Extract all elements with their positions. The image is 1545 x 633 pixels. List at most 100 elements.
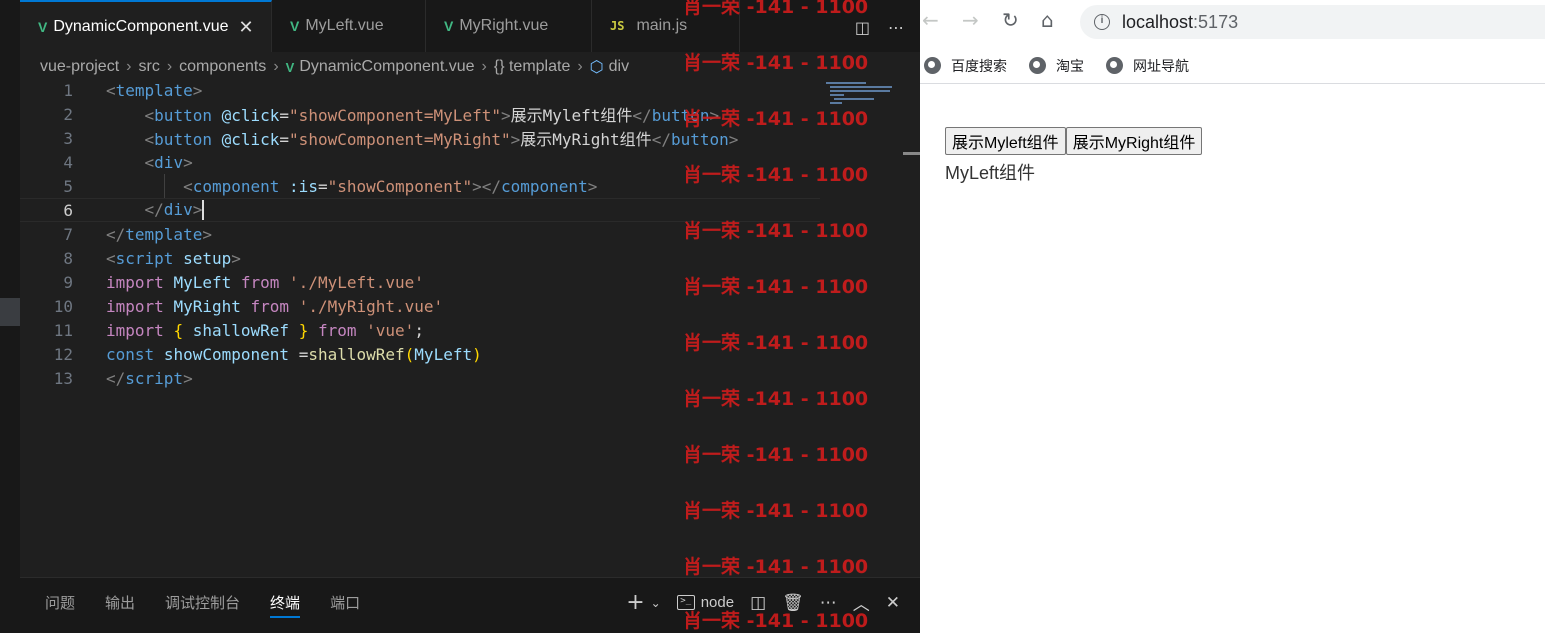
tab-debug-console[interactable]: 调试控制台 [165, 592, 240, 618]
bookmark-nav[interactable]: 网址导航 [1106, 56, 1189, 76]
tab-myright[interactable]: V MyRight.vue [426, 0, 592, 52]
reload-icon[interactable]: ↻ [1002, 8, 1019, 32]
code-line: 9 import MyLeft from './MyLeft.vue' [20, 270, 820, 294]
line-number: 12 [53, 344, 73, 364]
vscode-window: V DynamicComponent.vue ✕ V MyLeft.vue V … [0, 0, 920, 633]
code-token: setup [183, 248, 232, 268]
split-editor-icon[interactable]: ◫ [855, 18, 870, 37]
code-token: button [154, 130, 212, 149]
back-icon[interactable]: ← [922, 8, 939, 32]
code-token: 'vue' [366, 320, 415, 340]
code-token: MyLeft [414, 344, 473, 364]
tab-ports[interactable]: 端口 [330, 592, 360, 618]
globe-icon [1106, 57, 1123, 74]
forward-icon[interactable]: → [962, 8, 979, 32]
code-token: button [154, 106, 212, 125]
code-editor[interactable]: 1 <template> 2 <button @click="showCompo… [20, 78, 920, 576]
code-line: 7 </template> [20, 222, 820, 246]
home-icon[interactable]: ⌂ [1041, 8, 1054, 32]
code-token: "showComponent=MyRight" [289, 130, 511, 149]
globe-icon [1029, 57, 1046, 74]
breadcrumb-item[interactable]: div [609, 58, 629, 76]
breadcrumb-item[interactable]: components [179, 58, 266, 76]
scrollbar[interactable] [903, 152, 920, 155]
code-token: script [125, 368, 184, 388]
trash-icon[interactable]: 🗑 [782, 593, 804, 613]
code-token: 展示Myleft组件 [510, 106, 633, 125]
url-port: :5173 [1193, 11, 1239, 32]
tab-dynamic-component[interactable]: V DynamicComponent.vue ✕ [20, 0, 272, 52]
terminal-selector[interactable]: >_ node [676, 594, 734, 611]
breadcrumb-item[interactable]: vue-project [40, 58, 119, 76]
more-actions-icon[interactable]: ⋯ [820, 593, 837, 613]
code-token: import [106, 272, 164, 292]
code-token: "showComponent" [327, 176, 473, 196]
bookmark-taobao[interactable]: 淘宝 [1029, 56, 1084, 76]
line-number: 10 [53, 296, 73, 316]
cube-icon: ⬡ [589, 59, 604, 76]
code-token: "showComponent=MyLeft" [289, 106, 501, 125]
show-myright-button[interactable]: 展示MyRight组件 [1065, 127, 1203, 155]
minimap[interactable] [826, 80, 896, 110]
code-token: const [106, 344, 155, 364]
show-myleft-button[interactable]: 展示Myleft组件 [945, 127, 1066, 155]
code-token: MyLeft [173, 272, 232, 292]
tab-terminal[interactable]: 终端 [270, 592, 301, 618]
bookmark-baidu[interactable]: 百度搜索 [924, 56, 1007, 76]
code-line: 4 <div> [20, 150, 820, 174]
code-token: @click [221, 106, 280, 125]
code-line: 12 const showComponent =shallowRef(MyLef… [20, 342, 820, 366]
close-panel-icon[interactable]: ✕ [886, 593, 900, 613]
line-number: 5 [63, 176, 73, 196]
code-token: './MyRight.vue' [298, 296, 444, 316]
line-number: 8 [63, 248, 73, 268]
chevron-right-icon: › [166, 58, 173, 75]
tab-problems[interactable]: 问题 [45, 592, 75, 618]
line-number: 1 [63, 80, 73, 100]
code-token: button [670, 130, 729, 149]
code-token: :is [289, 176, 318, 196]
code-line: 2 <button @click="showComponent=MyLeft">… [20, 102, 820, 126]
breadcrumb-item[interactable]: {} template [494, 58, 571, 76]
code-token: div [154, 152, 184, 172]
split-terminal-icon[interactable]: ◫ [750, 593, 766, 613]
code-token: showComponent [163, 344, 290, 364]
code-token: template [125, 224, 203, 244]
code-line-current: 6 </div> [20, 198, 820, 222]
breadcrumb-item[interactable]: src [138, 58, 159, 76]
chevron-right-icon: › [273, 58, 279, 75]
line-number: 9 [63, 272, 73, 292]
code-token: shallowRef [192, 320, 290, 340]
chevron-down-icon[interactable]: ⌄ [651, 596, 661, 610]
browser-window: ← → ↻ ⌂ i localhost:5173 百度搜索 淘宝 网址导航 展示… [920, 0, 1545, 633]
js-icon: JS [610, 19, 625, 33]
code-line: 13 </script> [20, 366, 820, 390]
code-token: 展示MyRight组件 [520, 130, 652, 149]
bottom-panel: 问题 输出 调试控制台 终端 端口 + ⌄ >_ node ◫ 🗑 ⋯ ︿ ✕ [20, 577, 920, 633]
breadcrumb-item[interactable]: DynamicComponent.vue [299, 58, 474, 76]
line-number: 13 [53, 368, 73, 388]
vue-icon: V [444, 18, 454, 34]
address-bar[interactable]: i localhost:5173 [1080, 5, 1545, 39]
vue-icon: V [38, 19, 48, 35]
code-token: './MyLeft.vue' [289, 272, 424, 292]
more-actions-icon[interactable]: ⋯ [888, 18, 904, 37]
tab-myleft[interactable]: V MyLeft.vue [272, 0, 426, 52]
tab-main-js[interactable]: JS main.js [592, 0, 740, 52]
code-token: template [115, 80, 193, 100]
activity-bar-selection [0, 298, 20, 326]
close-icon[interactable]: ✕ [239, 17, 254, 38]
code-token: component [192, 176, 280, 196]
code-token: @click [221, 130, 280, 149]
line-number: 7 [63, 224, 73, 244]
code-token: MyRight [173, 296, 241, 316]
bookmark-label: 网址导航 [1133, 57, 1189, 74]
code-token: from [250, 296, 290, 316]
code-token: from [240, 272, 280, 292]
add-terminal-icon[interactable]: + [626, 590, 644, 615]
maximize-panel-icon[interactable]: ︿ [853, 590, 870, 615]
tab-output[interactable]: 输出 [105, 592, 135, 618]
info-icon[interactable]: i [1094, 14, 1110, 30]
code-token: script [115, 248, 174, 268]
browser-toolbar: ← → ↻ ⌂ i localhost:5173 [920, 0, 1545, 44]
